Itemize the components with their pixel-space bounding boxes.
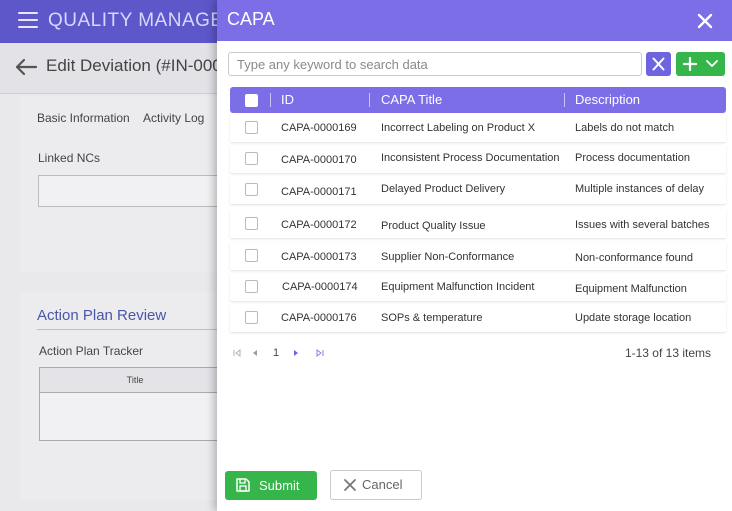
add-new-button[interactable]: [676, 52, 725, 76]
hamburger-icon[interactable]: [18, 12, 38, 28]
action-plan-title: Action Plan Review: [37, 307, 167, 324]
linked-ncs-label: Linked NCs: [38, 151, 101, 165]
cell-id: CAPA-0000171: [281, 186, 357, 198]
prev-page-icon[interactable]: [250, 348, 260, 358]
tab-basic-information[interactable]: Basic Information: [37, 111, 130, 125]
table-row[interactable]: CAPA-0000174 Equipment Malfunction Incid…: [230, 273, 726, 301]
select-all-checkbox[interactable]: [245, 94, 258, 107]
cell-title: Inconsistent Process Documentation: [381, 152, 560, 164]
table-header-title: Title: [40, 368, 230, 393]
column-header-id[interactable]: ID: [281, 92, 294, 107]
cell-id: CAPA-0000170: [281, 154, 357, 166]
table-row[interactable]: CAPA-0000170 Inconsistent Process Docume…: [230, 145, 726, 173]
divider: [37, 329, 227, 330]
cell-title: Incorrect Labeling on Product X: [381, 122, 536, 134]
cell-id: CAPA-0000172: [281, 219, 357, 231]
row-checkbox[interactable]: [245, 217, 258, 230]
cell-id: CAPA-0000173: [281, 251, 357, 263]
cancel-button[interactable]: Cancel: [330, 470, 422, 500]
cell-id: CAPA-0000176: [281, 312, 357, 324]
submit-label: Submit: [259, 478, 300, 493]
row-checkbox[interactable]: [245, 311, 258, 324]
action-plan-tracker-label: Action Plan Tracker: [39, 344, 144, 358]
cell-title: Delayed Product Delivery: [381, 183, 506, 195]
plus-icon: [682, 56, 698, 72]
cell-title: SOPs & temperature: [381, 312, 483, 324]
cell-description: Issues with several batches: [575, 219, 710, 231]
close-icon[interactable]: [695, 11, 715, 31]
cell-description: Multiple instances of delay: [575, 183, 705, 195]
table-row[interactable]: CAPA-0000172 Product Quality Issue Issue…: [230, 210, 726, 238]
table-row[interactable]: CAPA-0000171 Delayed Product Delivery Mu…: [230, 176, 726, 204]
capa-modal: CAPA ID CAPA Title Description CAPA-0000…: [217, 0, 732, 511]
clear-icon: [652, 57, 665, 71]
back-arrow-icon[interactable]: [14, 58, 38, 76]
cell-title: Product Quality Issue: [381, 220, 486, 232]
grid-header: ID CAPA Title Description: [230, 87, 726, 113]
column-header-capa-title[interactable]: CAPA Title: [381, 92, 442, 107]
cell-description: Equipment Malfunction: [575, 283, 687, 295]
close-icon: [344, 479, 356, 491]
last-page-icon[interactable]: [315, 348, 325, 358]
table-row[interactable]: CAPA-0000173 Supplier Non-Conformance No…: [230, 242, 726, 270]
action-plan-card: Action Plan Review Action Plan Tracker T…: [20, 292, 231, 500]
cell-description: Labels do not match: [575, 122, 675, 134]
cell-id: CAPA-0000174: [282, 281, 358, 293]
table-row[interactable]: CAPA-0000169 Incorrect Labeling on Produ…: [230, 114, 726, 142]
row-checkbox[interactable]: [245, 183, 258, 196]
clear-search-button[interactable]: [646, 52, 671, 76]
cancel-label: Cancel: [362, 477, 403, 492]
submit-button[interactable]: Submit: [225, 471, 317, 500]
modal-title: CAPA: [227, 9, 275, 29]
save-icon: [236, 478, 250, 492]
modal-header: CAPA: [217, 0, 732, 41]
row-checkbox[interactable]: [245, 280, 258, 293]
cell-id: CAPA-0000169: [281, 122, 357, 134]
row-checkbox[interactable]: [245, 249, 258, 262]
pager-info: 1-13 of 13 items: [624, 346, 711, 360]
cell-title: Equipment Malfunction Incident: [381, 281, 535, 293]
next-page-icon[interactable]: [291, 348, 301, 358]
table-row[interactable]: CAPA-0000176 SOPs & temperature Update s…: [230, 304, 726, 332]
cell-description: Update storage location: [575, 312, 692, 324]
row-checkbox[interactable]: [245, 152, 258, 165]
first-page-icon[interactable]: [232, 348, 242, 358]
cell-title: Supplier Non-Conformance: [381, 251, 515, 263]
cell-description: Non-conformance found: [575, 252, 694, 264]
row-checkbox[interactable]: [245, 121, 258, 134]
column-separator: [369, 93, 370, 107]
search-input[interactable]: [228, 52, 642, 76]
page-title: Edit Deviation (#IN-000: [46, 56, 222, 75]
column-header-description[interactable]: Description: [575, 92, 640, 107]
pager: 1 1-13 of 13 items: [217, 345, 732, 361]
cell-description: Process documentation: [575, 152, 690, 164]
page-number[interactable]: 1: [273, 347, 279, 359]
action-plan-table: Title: [39, 367, 231, 441]
details-card: Basic Information Activity Log Linked NC…: [20, 96, 230, 272]
column-separator: [564, 93, 565, 107]
chevron-down-icon[interactable]: [705, 52, 719, 76]
tab-activity-log[interactable]: Activity Log: [143, 111, 204, 125]
linked-ncs-field[interactable]: [38, 175, 230, 207]
column-separator: [270, 93, 271, 107]
